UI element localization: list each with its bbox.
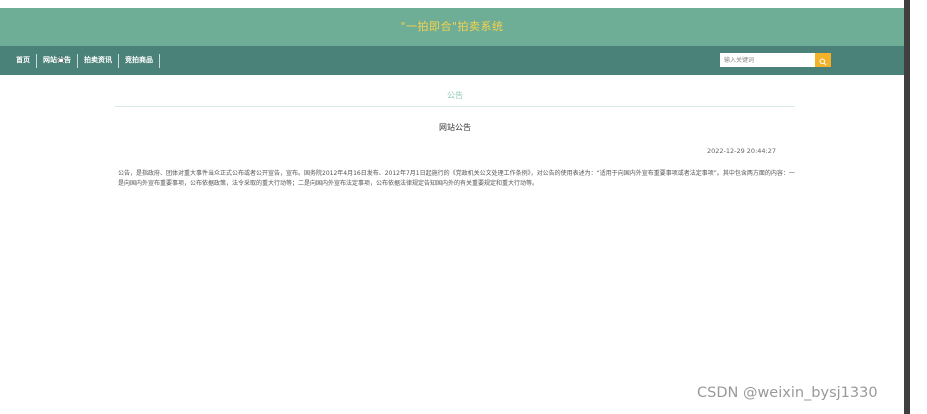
article-body: 公告，是指政府、团体对重大事件当众正式公布或者公开宣告，宣布。国务院2012年4… — [118, 170, 795, 187]
search-icon — [819, 51, 827, 70]
nav-menu: 首页 网站公告 拍卖资讯 竞拍商品 — [10, 46, 160, 75]
nav-item-auction-news[interactable]: 拍卖资讯 — [78, 46, 118, 75]
nav-divider — [159, 53, 160, 68]
window-right-border — [904, 0, 910, 414]
csdn-watermark: CSDN @weixin_bysj1330 — [697, 385, 878, 401]
site-title: "一拍即合"拍卖系统 — [400, 20, 504, 33]
search-button[interactable] — [815, 53, 831, 67]
section-divider — [115, 106, 795, 107]
user-menu-dropdown[interactable]: 我的 ▾ — [855, 92, 879, 121]
hand-cursor-icon — [57, 55, 64, 65]
chevron-down-icon: ▾ — [876, 103, 880, 110]
search-input[interactable] — [720, 53, 815, 67]
article-date: 2022-12-29 20:44:27 — [706, 147, 776, 155]
top-header-bar: "一拍即合"拍卖系统 — [0, 8, 904, 46]
nav-item-home[interactable]: 首页 — [10, 46, 36, 75]
user-menu-label: 我的 — [855, 102, 868, 110]
article-title: 网站公告 — [439, 123, 471, 132]
section-title: 公告 — [447, 91, 463, 100]
nav-item-bidding-goods[interactable]: 竞拍商品 — [119, 46, 159, 75]
app-page: "一拍即合"拍卖系统 首页 网站公告 拍卖资讯 竞拍商品 我的 ▾ 输入关键词 … — [0, 0, 927, 414]
